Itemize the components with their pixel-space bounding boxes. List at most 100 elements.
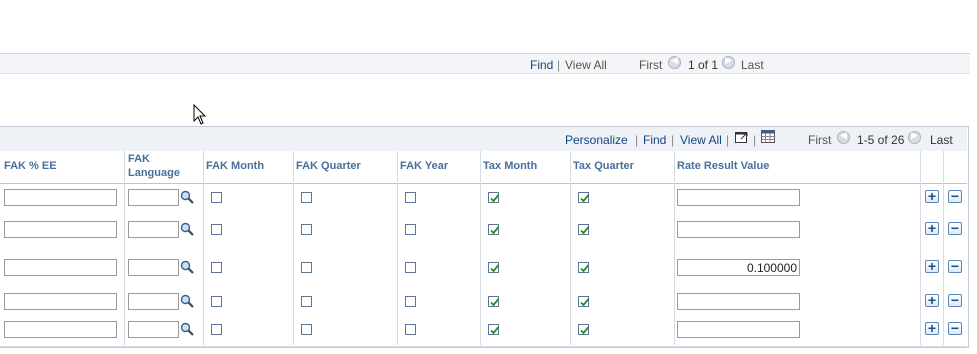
fak-pct-ee-input[interactable]: [4, 189, 117, 206]
top-view-all-link[interactable]: View All: [565, 58, 607, 72]
delete-row-button[interactable]: −: [948, 220, 962, 236]
delete-row-button[interactable]: −: [948, 188, 962, 204]
column-divider: [570, 151, 571, 345]
fak-language-input[interactable]: [128, 189, 179, 206]
column-divider: [203, 151, 204, 345]
fak-language-input[interactable]: [128, 321, 179, 338]
column-header-fak-month: FAK Month: [206, 160, 265, 172]
zoom-grid-icon[interactable]: [735, 130, 749, 143]
magnifier-icon[interactable]: [180, 260, 194, 274]
magnifier-icon[interactable]: [180, 190, 194, 204]
column-divider: [293, 151, 294, 345]
rate-result-value-input[interactable]: [677, 221, 800, 238]
add-row-button[interactable]: +: [925, 320, 939, 336]
tax-quarter-checkbox[interactable]: [578, 192, 590, 203]
tax-month-checkbox[interactable]: [488, 224, 500, 235]
fak-month-checkbox[interactable]: [211, 262, 222, 273]
tax-month-checkbox[interactable]: [488, 296, 500, 307]
fak-year-checkbox[interactable]: [405, 192, 416, 203]
grid-first-label[interactable]: First: [808, 133, 831, 147]
grid-record-count: 1-5 of 26: [857, 133, 905, 147]
column-header-tax-quarter: Tax Quarter: [573, 160, 634, 172]
fak-quarter-checkbox[interactable]: [301, 224, 312, 235]
tax-month-checkbox[interactable]: [488, 262, 500, 273]
add-row-button[interactable]: +: [925, 188, 939, 204]
magnifier-icon[interactable]: [180, 294, 194, 308]
plus-icon: +: [927, 292, 937, 308]
fak-quarter-checkbox[interactable]: [301, 324, 312, 335]
fak-year-checkbox[interactable]: [405, 224, 416, 235]
top-find-link[interactable]: Find: [530, 58, 553, 72]
rate-result-value-input[interactable]: [677, 293, 800, 310]
rate-result-value-input[interactable]: [677, 189, 800, 206]
column-divider: [124, 151, 125, 345]
tax-month-checkbox[interactable]: [488, 324, 500, 335]
delete-row-button[interactable]: −: [948, 258, 962, 274]
separator: |: [557, 58, 561, 72]
separator: |: [671, 133, 675, 147]
add-row-button[interactable]: +: [925, 220, 939, 236]
fak-pct-ee-input[interactable]: [4, 259, 117, 276]
magnifier-icon[interactable]: [180, 322, 194, 336]
fak-pct-ee-input[interactable]: [4, 221, 117, 238]
tax-quarter-checkbox[interactable]: [578, 324, 590, 335]
fak-language-input[interactable]: [128, 293, 179, 310]
fak-month-checkbox[interactable]: [211, 324, 222, 335]
fak-month-checkbox[interactable]: [211, 224, 222, 235]
mouse-pointer-icon: [193, 104, 207, 125]
tax-quarter-checkbox[interactable]: [578, 296, 590, 307]
grid-find-link[interactable]: Find: [643, 133, 666, 147]
grid-last-label[interactable]: Last: [930, 133, 953, 147]
column-divider: [480, 151, 481, 345]
column-header-fak-pct-ee: FAK % EE: [4, 160, 57, 172]
fak-month-checkbox[interactable]: [211, 296, 222, 307]
plus-icon: +: [927, 188, 937, 204]
fak-quarter-checkbox[interactable]: [301, 296, 312, 307]
fak-language-input[interactable]: [128, 259, 179, 276]
top-first-label[interactable]: First: [639, 58, 662, 72]
fak-pct-ee-input[interactable]: [4, 293, 117, 310]
column-header-fak-language-line2: Language: [128, 167, 180, 179]
add-row-button[interactable]: +: [925, 258, 939, 274]
tax-quarter-checkbox[interactable]: [578, 224, 590, 235]
delete-row-button[interactable]: −: [948, 292, 962, 308]
top-record-count: 1 of 1: [688, 58, 719, 72]
column-header-fak-quarter: FAK Quarter: [296, 160, 361, 172]
column-header-tax-month: Tax Month: [483, 160, 538, 172]
fak-month-checkbox[interactable]: [211, 192, 222, 203]
personalize-link[interactable]: Personalize: [565, 133, 628, 147]
fak-pct-ee-input[interactable]: [4, 321, 117, 338]
minus-icon: −: [950, 220, 960, 236]
top-navigation-bar: [0, 53, 970, 74]
tax-month-checkbox[interactable]: [488, 192, 500, 203]
fak-language-input[interactable]: [128, 221, 179, 238]
fak-year-checkbox[interactable]: [405, 324, 416, 335]
minus-icon: −: [950, 320, 960, 336]
grid-view-all-link[interactable]: View All: [680, 133, 722, 147]
top-last-label[interactable]: Last: [741, 58, 764, 72]
tax-quarter-checkbox[interactable]: [578, 262, 590, 273]
fak-year-checkbox[interactable]: [405, 262, 416, 273]
arrow-left-icon[interactable]: ◀: [668, 55, 681, 69]
add-row-button[interactable]: +: [925, 292, 939, 308]
arrow-right-icon[interactable]: ▶: [722, 55, 735, 69]
plus-icon: +: [927, 258, 937, 274]
arrow-left-icon[interactable]: ◀: [837, 130, 850, 144]
arrow-right-icon[interactable]: ▶: [908, 130, 921, 144]
column-divider: [943, 151, 944, 345]
plus-icon: +: [927, 220, 937, 236]
delete-row-button[interactable]: −: [948, 320, 962, 336]
rate-result-value-input[interactable]: 0.100000: [677, 259, 800, 276]
fak-year-checkbox[interactable]: [405, 296, 416, 307]
separator: |: [635, 133, 639, 147]
fak-quarter-checkbox[interactable]: [301, 192, 312, 203]
magnifier-icon[interactable]: [180, 222, 194, 236]
spreadsheet-icon[interactable]: [761, 130, 775, 143]
separator: |: [753, 133, 757, 147]
rate-result-value-input[interactable]: [677, 321, 800, 338]
column-header-rate-result-value: Rate Result Value: [677, 160, 770, 172]
column-divider: [397, 151, 398, 345]
fak-quarter-checkbox[interactable]: [301, 262, 312, 273]
column-divider: [920, 151, 921, 345]
minus-icon: −: [950, 258, 960, 274]
